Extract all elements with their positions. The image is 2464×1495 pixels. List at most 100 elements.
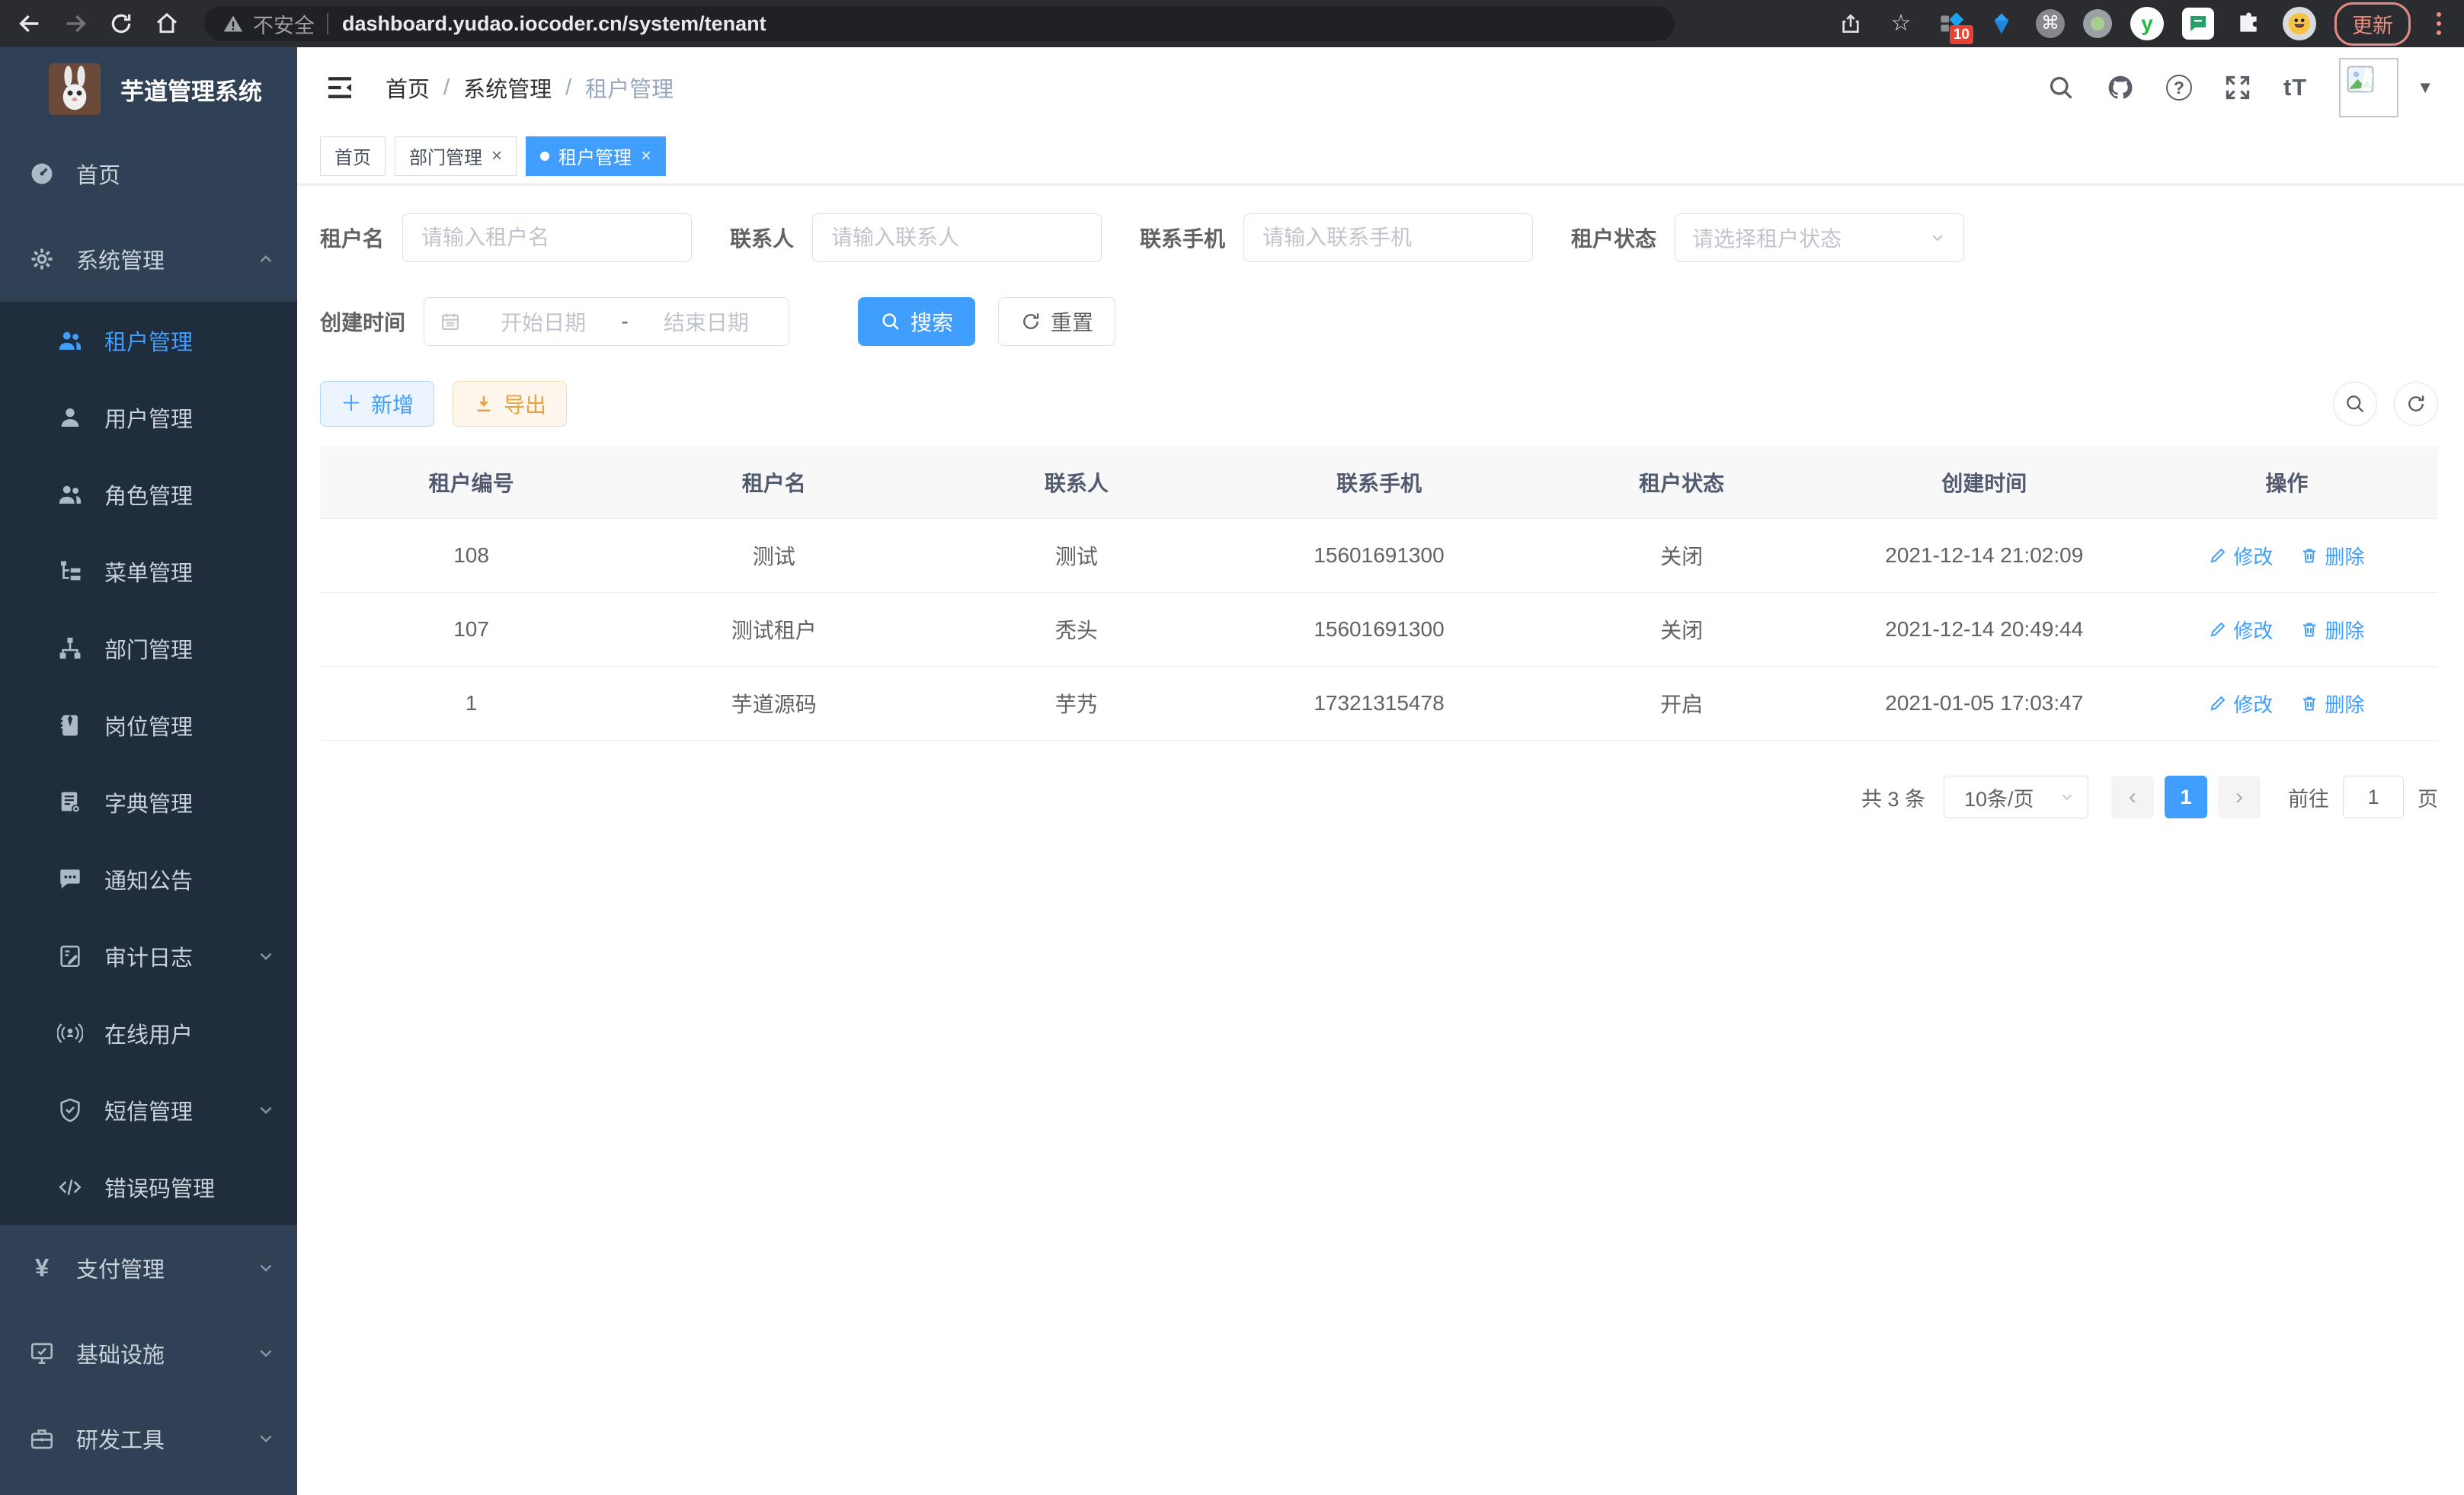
browser-back-button[interactable] [12,6,47,41]
browser-home-button[interactable] [149,6,184,41]
user-icon [56,405,85,431]
cell-created: 2021-12-14 21:02:09 [1833,543,2136,568]
date-start-placeholder[interactable]: 开始日期 [476,306,610,337]
tenant-name-input[interactable] [402,213,692,262]
table-header-row: 租户编号 租户名 联系人 联系手机 租户状态 创建时间 操作 [320,447,2438,519]
tag-label: 首页 [334,142,371,169]
sidebar-item-dev-tools[interactable]: 研发工具 [0,1396,297,1481]
sidebar-item-user[interactable]: 用户管理 [0,379,297,456]
app-title: 芋道管理系统 [120,72,262,107]
tag-tenant-active[interactable]: 租户管理 × [526,136,666,176]
date-separator: - [610,309,638,334]
share-button[interactable] [1835,8,1867,40]
extension-chat-icon[interactable] [2182,8,2214,40]
sidebar-item-label: 首页 [76,158,276,190]
reset-button[interactable]: 重置 [998,297,1115,346]
help-icon[interactable]: ? [2166,75,2192,101]
edit-link[interactable]: 修改 [2209,616,2273,644]
date-range-picker[interactable]: 开始日期 - 结束日期 [424,297,789,346]
edit-link[interactable]: 修改 [2209,690,2273,718]
tag-label: 部门管理 [409,142,482,169]
date-end-placeholder[interactable]: 结束日期 [639,306,773,337]
filter-row-2: 创建时间 开始日期 - 结束日期 搜索 [320,297,2438,346]
yudao-y-icon: y [2141,13,2153,34]
bookmark-star-button[interactable]: ☆ [1885,8,1917,40]
sidebar-item-system[interactable]: 系统管理 [0,216,297,302]
sidebar-item-online-users[interactable]: 在线用户 [0,994,297,1071]
browser-reload-button[interactable] [104,6,139,41]
sidebar-item-menu[interactable]: 菜单管理 [0,533,297,610]
mobile-input[interactable] [1243,213,1533,262]
edit-link[interactable]: 修改 [2209,542,2273,570]
breadcrumb-system[interactable]: 系统管理 [463,72,552,104]
page-size-select[interactable]: 10条/页 [1944,776,2088,818]
sidebar-fold-button[interactable] [325,72,355,103]
extension-dot-icon[interactable] [2083,9,2112,38]
goto-unit-label: 页 [2418,783,2438,812]
sidebar-item-payment[interactable]: ¥ 支付管理 [0,1225,297,1311]
delete-label: 删除 [2325,616,2364,644]
search-button[interactable]: 搜索 [858,297,975,346]
extension-yudao-icon[interactable]: y [2130,7,2164,40]
avatar[interactable] [2339,58,2398,117]
sidebar-item-notice[interactable]: 通知公告 [0,840,297,917]
delete-link[interactable]: 删除 [2300,542,2364,570]
users-icon [56,328,85,354]
delete-link[interactable]: 删除 [2300,616,2364,644]
command-icon: ⌘ [2041,14,2059,33]
tag-dept[interactable]: 部门管理 × [395,136,517,176]
calendar-icon [440,311,461,332]
browser-forward-button[interactable] [58,6,93,41]
github-icon[interactable] [2107,74,2134,101]
close-icon[interactable]: × [641,147,651,165]
page-1-button[interactable]: 1 [2165,776,2207,818]
breadcrumb-home[interactable]: 首页 [386,72,430,104]
sidebar-item-dept[interactable]: 部门管理 [0,610,297,687]
close-icon[interactable]: × [491,147,502,165]
header-search-button[interactable] [2047,74,2075,101]
cell-status: 开启 [1531,688,1833,719]
refresh-button[interactable] [2394,382,2438,426]
chrome-update-button[interactable]: 更新 [2334,2,2411,46]
tag-home[interactable]: 首页 [320,136,386,176]
export-button[interactable]: 导出 [453,381,567,427]
sidebar-item-error-code[interactable]: 错误码管理 [0,1148,297,1225]
sidebar-item-audit-log[interactable]: 审计日志 [0,917,297,994]
prev-page-button[interactable]: ‹ [2111,776,2154,818]
extension-command-icon[interactable]: ⌘ [2036,9,2065,38]
add-button-label: 新增 [371,389,414,419]
fullscreen-icon[interactable] [2224,74,2251,101]
sidebar-item-infrastructure[interactable]: 基础设施 [0,1311,297,1396]
address-bar[interactable]: 不安全 dashboard.yudao.iocoder.cn/system/te… [204,6,1675,41]
hide-search-button[interactable] [2333,382,2377,426]
extension-gem-icon[interactable] [1986,8,2018,40]
browser-menu-button[interactable] [2429,9,2449,38]
sidebar-logo[interactable]: 芋道管理系统 [0,47,297,131]
add-button[interactable]: ＋ 新增 [320,381,434,427]
url-text[interactable]: dashboard.yudao.iocoder.cn/system/tenant [342,12,766,36]
extensions-puzzle-button[interactable] [2232,8,2264,40]
table-row: 107 测试租户 秃头 15601691300 关闭 2021-12-14 20… [320,593,2438,667]
status-label: 租户状态 [1571,222,1656,253]
goto-page-input[interactable] [2343,776,2404,818]
font-size-icon[interactable]: tT [2283,74,2307,101]
tenant-table: 租户编号 租户名 联系人 联系手机 租户状态 创建时间 操作 108 测试 测试… [320,447,2438,741]
sidebar-item-role[interactable]: 角色管理 [0,456,297,533]
sidebar-item-post[interactable]: 岗位管理 [0,687,297,764]
extension-emoji-icon[interactable] [2283,7,2316,40]
page-buttons: ‹ 1 › [2111,776,2261,818]
sidebar-item-sms[interactable]: 短信管理 [0,1071,297,1148]
delete-link[interactable]: 删除 [2300,690,2364,718]
status-select[interactable]: 请选择租户状态 [1675,213,1964,262]
sidebar-item-home[interactable]: 首页 [0,131,297,216]
contact-input[interactable] [812,213,1102,262]
cell-name: 测试租户 [622,614,925,645]
next-page-button[interactable]: › [2218,776,2261,818]
insecure-warning-icon[interactable] [222,13,244,34]
avatar-caret-icon[interactable]: ▼ [2417,78,2434,98]
sidebar-item-dict[interactable]: 字典管理 [0,764,297,840]
security-label[interactable]: 不安全 [253,9,315,39]
chevron-up-icon [256,249,276,269]
sidebar-item-tenant[interactable]: 租户管理 [0,302,297,379]
extension-clipboard-icon[interactable]: 10 [1935,8,1967,40]
